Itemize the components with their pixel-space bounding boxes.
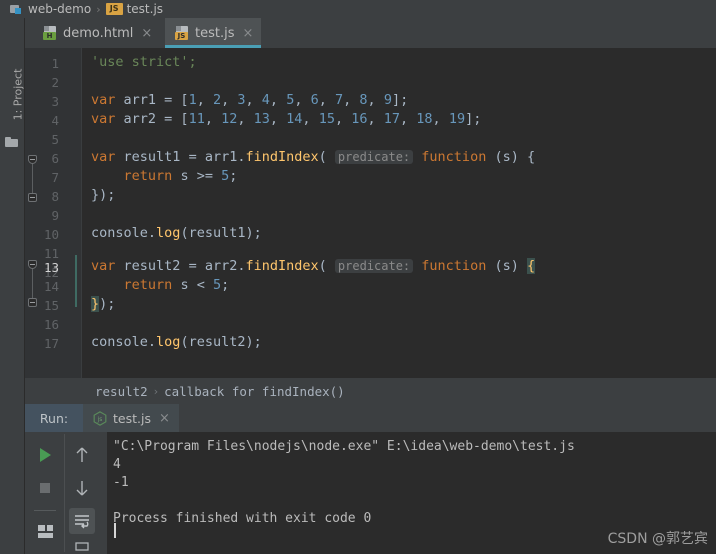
close-icon[interactable]: ×	[242, 27, 253, 40]
code-editor[interactable]: 1 2 3 4 5 6 7 8 9 10 11 12 13 14 15 16 1…	[25, 48, 716, 378]
tab-label: test.js	[195, 25, 235, 41]
run-tab-label: test.js	[113, 410, 151, 426]
line-number: 7	[51, 170, 59, 185]
parameter-hint-label: predicate:	[334, 150, 414, 164]
breadcrumb-file[interactable]: test.js	[127, 2, 163, 16]
idea-window: web-demo › JS test.js 1: Project H demo.…	[0, 0, 716, 554]
line-number: 16	[43, 317, 59, 332]
fold-region-line	[32, 164, 33, 193]
window-breadcrumb-bar: web-demo › JS test.js	[0, 0, 716, 18]
close-icon[interactable]: ×	[159, 411, 170, 426]
line-number: 4	[51, 113, 59, 128]
code-line-8: });	[91, 187, 116, 203]
line-number: 9	[51, 208, 59, 223]
breadcrumb-item-result2[interactable]: result2	[95, 384, 148, 399]
play-icon	[40, 448, 51, 462]
parameter-hint-label: predicate:	[334, 259, 414, 273]
breadcrumb-chevron-icon: ›	[153, 384, 159, 398]
breadcrumb-item-callback[interactable]: callback for findIndex()	[164, 384, 345, 399]
breadcrumb-project[interactable]: web-demo	[28, 2, 91, 16]
code-line-7: return s >= 5;	[123, 168, 238, 184]
console-line: "C:\Program Files\nodejs\node.exe" E:\id…	[113, 439, 575, 454]
nodejs-icon: js	[93, 410, 107, 426]
console-line: Process finished with exit code 0	[113, 511, 372, 526]
print-button[interactable]	[69, 539, 95, 554]
code-breadcrumb-bar: result2 › callback for findIndex()	[25, 378, 716, 404]
code-line-17: console.log(result2);	[91, 334, 262, 350]
stop-button[interactable]	[32, 475, 58, 501]
code-line-1: 'use strict';	[91, 54, 197, 70]
soft-wrap-button[interactable]	[69, 508, 95, 534]
fold-marker-icon[interactable]	[28, 260, 37, 269]
run-tool-window-header: Run: js test.js ×	[25, 404, 716, 432]
editor-tab-bar: H demo.html × JS test.js ×	[25, 18, 716, 48]
line-number: 1	[51, 56, 59, 71]
tab-test-js[interactable]: JS test.js ×	[165, 18, 262, 48]
breadcrumb-separator-icon: ›	[96, 2, 101, 16]
toolbar-separator	[34, 510, 56, 511]
code-line-15: });	[91, 296, 116, 312]
arrow-up-icon	[76, 447, 88, 462]
code-line-14: return s < 5;	[123, 277, 230, 293]
console-line: 4	[113, 457, 121, 472]
console-line: -1	[113, 475, 129, 490]
print-icon	[75, 542, 89, 551]
toolbar-divider	[64, 434, 65, 552]
code-line-6: var result1 = arr1.findIndex( predicate:…	[91, 149, 536, 165]
watermark-text: CSDN @郭艺宾	[607, 531, 708, 547]
fold-marker-icon[interactable]	[28, 193, 37, 202]
tab-demo-html[interactable]: H demo.html ×	[33, 18, 160, 48]
project-module-icon	[10, 4, 23, 15]
code-line-13: var result2 = arr2.findIndex( predicate:…	[91, 258, 536, 274]
rerun-button[interactable]	[32, 442, 58, 468]
js-file-icon: JS	[175, 26, 190, 40]
layout-toggle-button[interactable]	[32, 518, 58, 544]
editor-fold-column[interactable]	[67, 48, 81, 378]
stop-icon	[40, 483, 50, 493]
line-number: 10	[43, 227, 59, 242]
soft-wrap-icon	[75, 515, 89, 529]
line-number: 14	[43, 279, 59, 294]
html-badge-label: H	[43, 32, 56, 40]
run-toolbar	[25, 432, 107, 554]
run-tab-test-js[interactable]: js test.js ×	[83, 404, 179, 432]
svg-text:js: js	[97, 417, 103, 423]
tab-label: demo.html	[63, 25, 134, 41]
run-window-label[interactable]: Run:	[25, 404, 83, 432]
arrow-down-icon	[76, 481, 88, 496]
scroll-down-button[interactable]	[69, 475, 95, 501]
fold-region-line	[32, 269, 33, 298]
run-console-output[interactable]: "C:\Program Files\nodejs\node.exe" E:\id…	[107, 432, 716, 554]
line-number: 2	[51, 75, 59, 90]
layout-icon	[38, 525, 53, 538]
line-number: 3	[51, 94, 59, 109]
code-block-indicator	[75, 255, 77, 307]
left-tool-strip: 1: Project	[0, 18, 25, 554]
close-icon[interactable]: ×	[141, 27, 152, 40]
fold-marker-icon[interactable]	[28, 298, 37, 307]
js-badge-label: JS	[175, 32, 188, 40]
html-file-icon: H	[43, 26, 58, 40]
line-number: 5	[51, 132, 59, 147]
fold-marker-icon[interactable]	[28, 155, 37, 164]
js-file-badge-icon: JS	[105, 3, 123, 15]
line-number: 11	[43, 246, 59, 261]
scroll-up-button[interactable]	[69, 442, 95, 468]
code-line-3: var arr1 = [1, 2, 3, 4, 5, 6, 7, 8, 9];	[91, 92, 409, 108]
line-number: 17	[43, 336, 59, 351]
code-line-4: var arr2 = [11, 12, 13, 14, 15, 16, 17, …	[91, 111, 482, 127]
code-text-area[interactable]: 'use strict'; var arr1 = [1, 2, 3, 4, 5,…	[82, 48, 716, 378]
code-line-10: console.log(result1);	[91, 225, 262, 241]
console-caret	[114, 523, 116, 538]
folder-icon[interactable]	[5, 136, 20, 148]
